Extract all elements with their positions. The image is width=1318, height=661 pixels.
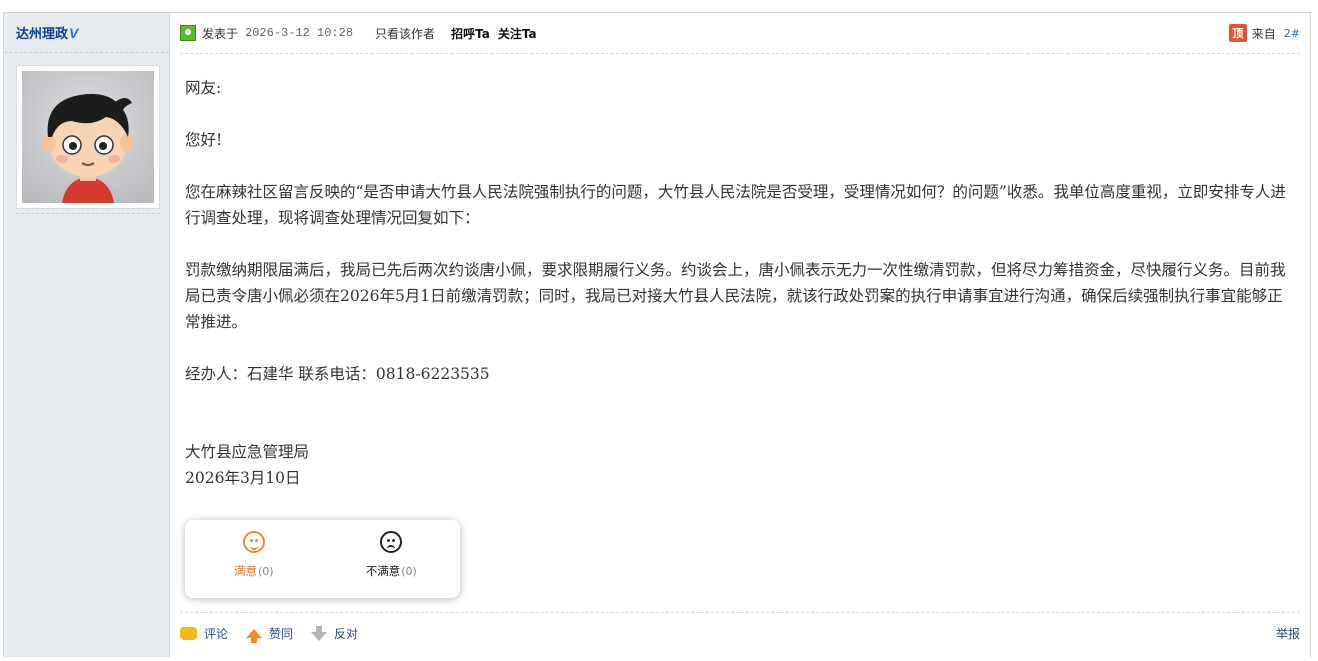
follow-link[interactable]: 关注Ta: [498, 25, 537, 42]
post-container: 达州理政 V 发表于 2026-3-12 10:28 只看该作者 招呼Ta 关注…: [3, 12, 1311, 657]
top-icon[interactable]: 顶: [1228, 24, 1247, 42]
meta-right: 顶 来自 2#: [1228, 13, 1300, 53]
unsatisfied-label: 不满意: [365, 564, 401, 578]
organization-name: 大竹县应急管理局: [185, 443, 310, 461]
satisfied-count: (0): [257, 565, 274, 578]
comment-button[interactable]: 评论: [180, 625, 228, 642]
smile-face-icon: [242, 531, 265, 553]
from-label[interactable]: 来自: [1252, 25, 1276, 42]
satisfied-label-wrap: 满意(0): [234, 563, 274, 579]
paragraph-1: 您在麻辣社区留言反映的“是否申请大竹县人民法院强制执行的问题，大竹县人民法院是否…: [185, 183, 1286, 227]
comment-label: 评论: [204, 626, 229, 641]
oppose-button[interactable]: 反对: [311, 625, 358, 642]
unsatisfied-count: (0): [401, 565, 417, 578]
sad-face-icon: [380, 531, 403, 553]
author-bar: 达州理政 V: [4, 13, 169, 53]
unsatisfied-button[interactable]: 不满意(0): [323, 520, 461, 598]
sidebar-divider: [16, 213, 160, 214]
oppose-label: 反对: [334, 626, 359, 641]
satisfied-button[interactable]: 满意(0): [185, 520, 323, 598]
report-link[interactable]: 举报: [1276, 625, 1300, 642]
post-action-bar: 评论 赞同 反对 举报: [180, 612, 1300, 653]
unsatisfied-label-wrap: 不满意(0): [366, 563, 417, 579]
agree-label: 赞同: [269, 626, 294, 641]
comment-icon: [180, 626, 197, 640]
user-online-icon: [180, 25, 196, 41]
satisfied-label: 满意: [233, 564, 257, 578]
post-content: 网友: 您好! 您在麻辣社区留言反映的“是否申请大竹县人民法院强制执行的问题，大…: [185, 75, 1295, 491]
satisfaction-vote-box: 满意(0) 不满意(0): [185, 520, 460, 598]
post-main: 发表于 2026-3-12 10:28 只看该作者 招呼Ta 关注Ta 顶 来自…: [170, 13, 1310, 657]
author-sidebar: 达州理政 V: [4, 13, 170, 657]
thumb-down-arrow-icon: [311, 625, 328, 641]
posted-label: 发表于: [202, 26, 239, 41]
post-meta-bar: 发表于 2026-3-12 10:28 只看该作者 招呼Ta 关注Ta 顶 来自…: [180, 13, 1300, 54]
contact-line: 经办人：石建华 联系电话：0818-6223535: [185, 365, 490, 383]
agree-button[interactable]: 赞同: [246, 625, 294, 643]
verified-badge-icon: V: [69, 24, 79, 41]
avatar[interactable]: [16, 65, 160, 209]
only-author-link[interactable]: 只看该作者: [375, 25, 435, 42]
greeting-line: 网友:: [185, 79, 222, 97]
thumb-up-arrow-icon: [246, 628, 263, 643]
greet-link[interactable]: 招呼Ta: [451, 25, 490, 42]
avatar-image: [22, 71, 154, 203]
reply-date: 2026年3月10日: [185, 469, 301, 487]
hello-line: 您好!: [185, 131, 223, 149]
post-date: 2026-3-12 10:28: [245, 26, 354, 40]
paragraph-2: 罚款缴纳期限届满后，我局已先后两次约谈唐小佩，要求限期履行义务。约谈会上，唐小佩…: [185, 261, 1286, 331]
cartoon-boy-avatar-icon: [22, 71, 154, 203]
floor-number[interactable]: 2#: [1284, 27, 1300, 40]
author-name-link[interactable]: 达州理政: [16, 23, 68, 42]
